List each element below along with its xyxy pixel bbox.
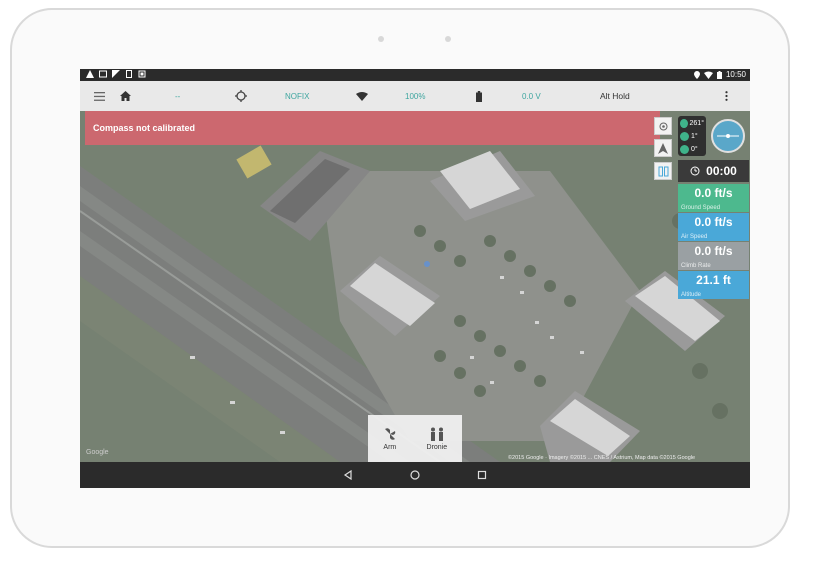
signal-icon <box>112 70 120 78</box>
crosshair-icon <box>235 90 247 102</box>
image-icon <box>99 70 107 78</box>
ground-speed-value: 0.0 ft/s <box>694 186 733 200</box>
locate-button[interactable] <box>654 117 672 135</box>
flight-mode-selector[interactable]: Alt Hold <box>600 81 630 111</box>
pitch-value: 1° <box>691 132 698 140</box>
status-time: 10:50 <box>725 70 746 79</box>
more-vert-icon <box>725 91 728 101</box>
signal-button[interactable] <box>356 81 368 111</box>
hamburger-icon <box>94 91 105 101</box>
history-icon <box>690 166 700 176</box>
map-layers-button[interactable] <box>654 162 672 180</box>
app-screen: 10:50 -- NOFIX 100% 0.0 V Alt Hold Googl… <box>80 69 750 488</box>
climb-rate-value: 0.0 ft/s <box>694 244 733 258</box>
recents-button[interactable] <box>474 467 490 483</box>
battery-icon <box>476 90 482 102</box>
map-dim-overlay <box>80 111 750 462</box>
yaw-icon <box>680 118 688 128</box>
overflow-menu-button[interactable] <box>725 81 728 111</box>
android-nav-bar <box>80 462 750 488</box>
alert-message: Compass not calibrated <box>93 123 196 133</box>
recents-icon <box>477 470 487 480</box>
map-attribution: ©2015 Google · Imagery ©2015 ... CNES / … <box>508 455 696 461</box>
arm-label: Arm <box>383 443 397 451</box>
air-speed-tile: 0.0 ft/s Air Speed <box>678 213 749 241</box>
propeller-icon <box>384 427 396 440</box>
attitude-readouts: 261° 1° 0° <box>678 116 706 156</box>
proximity-sensor <box>445 36 451 42</box>
pitch-row: 1° <box>680 130 704 142</box>
home-button[interactable] <box>120 81 131 111</box>
horizon-indicator <box>717 134 739 138</box>
wifi-icon <box>703 71 713 79</box>
climb-rate-tile: 0.0 ft/s Climb Rate <box>678 242 749 270</box>
battery-icon <box>716 70 722 79</box>
back-icon <box>343 470 352 480</box>
ground-speed-tile: 0.0 ft/s Ground Speed <box>678 184 749 212</box>
google-logo: Google <box>86 449 109 456</box>
north-arrow-button[interactable] <box>654 139 672 157</box>
roll-row: 0° <box>680 143 704 155</box>
android-status-bar: 10:50 <box>80 69 750 81</box>
altitude-tile: 21.1 ft Altitude <box>678 271 749 299</box>
air-speed-value: 0.0 ft/s <box>694 215 733 229</box>
battery-button[interactable] <box>476 81 482 111</box>
compass-alert-banner: Compass not calibrated <box>85 111 660 145</box>
location-icon <box>693 70 700 79</box>
pitch-icon <box>680 131 689 141</box>
arm-button[interactable]: Arm <box>383 427 397 451</box>
yaw-value: 261° <box>689 119 704 127</box>
back-button[interactable] <box>340 467 356 483</box>
menu-button[interactable] <box>94 81 105 111</box>
dronie-button[interactable]: Dronie <box>426 427 448 451</box>
signal-strength: 100% <box>405 91 426 101</box>
map-layers-icon <box>658 166 668 176</box>
roll-icon <box>680 144 689 154</box>
dronie-label: Dronie <box>426 443 448 451</box>
satellite-map[interactable]: Google <box>80 111 750 462</box>
air-speed-label: Air Speed <box>681 234 708 240</box>
locate-icon <box>659 122 667 130</box>
gps-button[interactable] <box>235 81 247 111</box>
warning-icon <box>86 70 94 78</box>
climb-rate-label: Climb Rate <box>681 263 711 269</box>
battery-voltage: 0.0 V <box>522 91 541 101</box>
home-distance: -- <box>175 91 181 101</box>
roll-value: 0° <box>691 145 698 153</box>
home-nav-button[interactable] <box>407 467 423 483</box>
home-circle-icon <box>410 470 420 480</box>
yaw-row: 261° <box>680 117 704 129</box>
sync-icon <box>138 70 146 78</box>
altitude-value: 21.1 ft <box>696 273 731 287</box>
home-icon <box>120 91 131 101</box>
flight-time: 00:00 <box>706 164 737 178</box>
app-action-bar: -- NOFIX 100% 0.0 V Alt Hold <box>80 81 750 111</box>
altitude-label: Altitude <box>681 292 702 298</box>
artificial-horizon <box>711 119 745 153</box>
sim-icon <box>126 70 132 78</box>
north-arrow-icon <box>658 142 668 154</box>
wifi-signal-icon <box>356 91 368 101</box>
ground-speed-label: Ground Speed <box>681 205 721 211</box>
people-icon <box>430 427 443 441</box>
front-camera <box>378 36 384 42</box>
flight-timer: 00:00 <box>678 160 749 182</box>
gps-status: NOFIX <box>285 91 310 101</box>
action-tray: Arm Dronie <box>368 415 462 462</box>
